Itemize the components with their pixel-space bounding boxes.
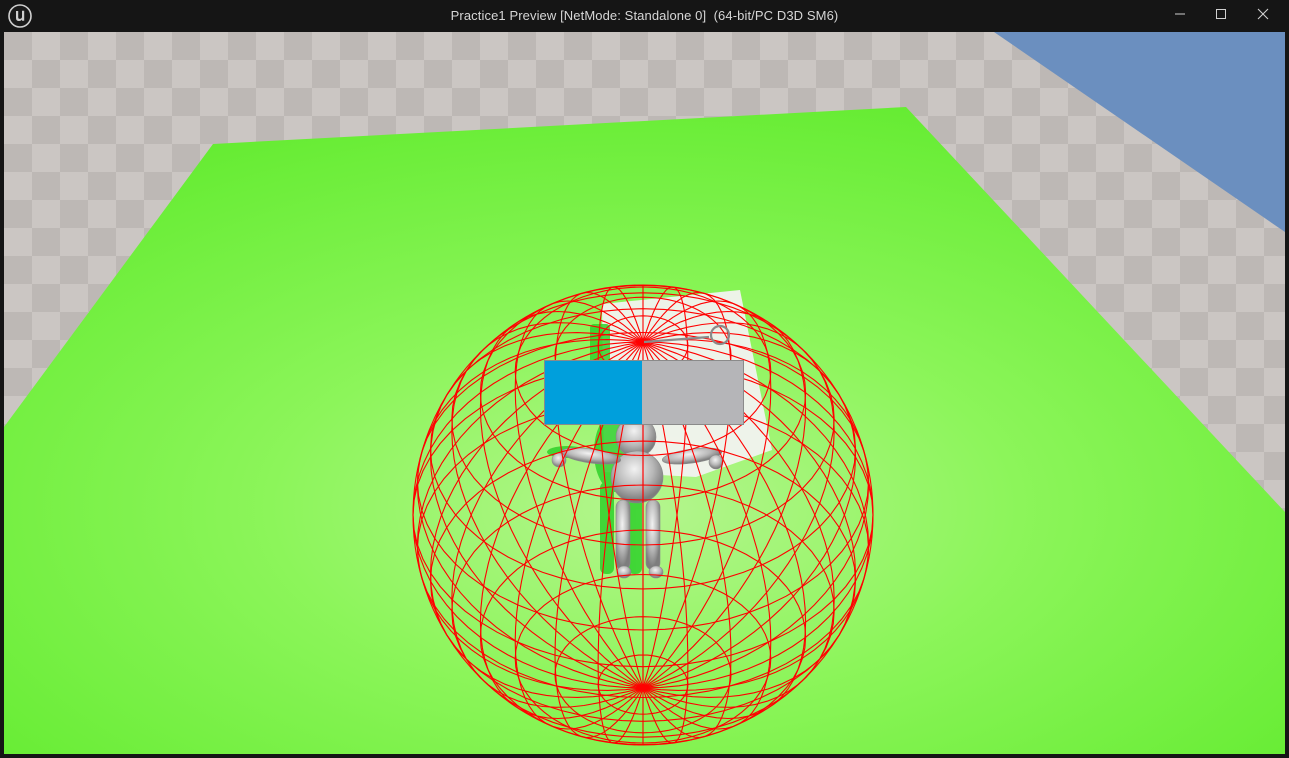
- health-bar-fill: [545, 361, 643, 424]
- game-window: Practice1 Preview [NetMode: Standalone 0…: [0, 0, 1289, 758]
- minimize-icon: [1175, 13, 1185, 15]
- game-viewport[interactable]: [4, 32, 1285, 754]
- maximize-button[interactable]: [1200, 0, 1242, 28]
- title-bar[interactable]: Practice1 Preview [NetMode: Standalone 0…: [0, 0, 1289, 32]
- health-bar: [544, 360, 744, 425]
- window-title: Practice1 Preview [NetMode: Standalone 0…: [450, 8, 839, 23]
- close-button[interactable]: [1242, 0, 1284, 28]
- close-icon: [1257, 8, 1269, 20]
- minimize-button[interactable]: [1159, 0, 1201, 28]
- maximize-icon: [1216, 9, 1226, 19]
